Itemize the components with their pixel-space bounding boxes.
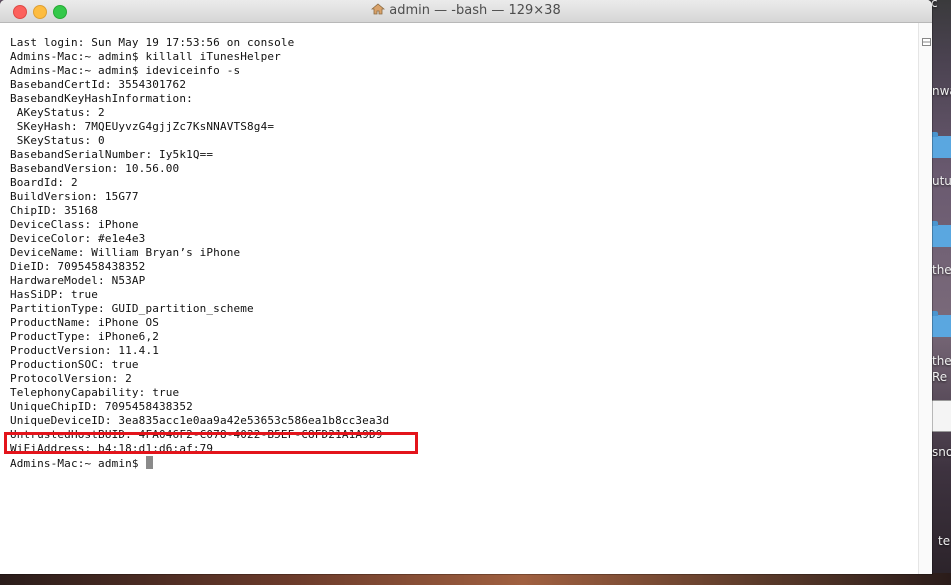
scrollbar[interactable] xyxy=(918,23,932,574)
document-icon[interactable] xyxy=(930,400,951,432)
terminal-line: Last login: Sun May 19 17:53:56 on conso… xyxy=(10,36,295,49)
terminal-line: ProductionSOC: true xyxy=(10,358,139,371)
terminal-line: PartitionType: GUID_partition_scheme xyxy=(10,302,254,315)
home-icon xyxy=(371,3,386,15)
terminal-window[interactable]: admin — -bash — 129×38 Last login: Sun M… xyxy=(0,0,932,574)
terminal-line: ProtocolVersion: 2 xyxy=(10,372,132,385)
terminal-line: DeviceName: William Bryan’s iPhone xyxy=(10,246,241,259)
text-cursor xyxy=(146,456,154,469)
terminal-line: SKeyStatus: 0 xyxy=(10,134,105,147)
terminal-line: Admins-Mac:~ admin$ ideviceinfo -s xyxy=(10,64,241,77)
terminal-line: TelephonyCapability: true xyxy=(10,386,180,399)
terminal-line: UniqueDeviceID: 3ea835acc1e0aa9a42e53653… xyxy=(10,414,390,427)
desktop-label-nwa[interactable]: nwa xyxy=(932,84,951,98)
terminal-line: ProductType: iPhone6,2 xyxy=(10,330,159,343)
terminal-line: BasebandVersion: 10.56.00 xyxy=(10,162,180,175)
window-title: admin — -bash — 129×38 xyxy=(389,3,561,18)
terminal-line: AKeyStatus: 2 xyxy=(10,106,105,119)
terminal-line: UniqueChipID: 7095458438352 xyxy=(10,400,193,413)
terminal-line: ProductVersion: 11.4.1 xyxy=(10,344,159,357)
unique-device-id-highlight xyxy=(4,432,418,454)
terminal-line: DeviceClass: iPhone xyxy=(10,218,139,231)
terminal-line: Admins-Mac:~ admin$ killall iTunesHelper xyxy=(10,50,281,63)
terminal-output[interactable]: Last login: Sun May 19 17:53:56 on conso… xyxy=(10,36,389,470)
title-bar[interactable]: admin — -bash — 129×38 xyxy=(0,0,932,23)
terminal-line: HardwareModel: N53AP xyxy=(10,274,146,287)
terminal-line: BasebandCertId: 3554301762 xyxy=(10,78,187,91)
terminal-line: BasebandSerialNumber: Iy5k1Q== xyxy=(10,148,214,161)
terminal-line: DieID: 7095458438352 xyxy=(10,260,146,273)
desktop-label-the-1[interactable]: the xyxy=(932,263,951,277)
terminal-line: HasSiDP: true xyxy=(10,288,99,301)
terminal-line: ChipID: 35168 xyxy=(10,204,99,217)
desktop-label-sno[interactable]: sno xyxy=(932,445,951,459)
terminal-line: ProductName: iPhone OS xyxy=(10,316,159,329)
terminal-line: BoardId: 2 xyxy=(10,176,78,189)
terminal-line: SKeyHash: 7MQEUyvzG4gjjZc7KsNNAVTS8g4= xyxy=(10,120,275,133)
desktop-label-utu[interactable]: utu xyxy=(932,174,951,188)
desktop-label-the-2[interactable]: the xyxy=(932,354,951,368)
terminal-line: DeviceColor: #e1e4e3 xyxy=(10,232,146,245)
split-pane-icon[interactable] xyxy=(922,38,931,46)
desktop-wallpaper-strip xyxy=(0,573,951,585)
desktop-label-re[interactable]: Re xyxy=(932,370,947,384)
terminal-line: Admins-Mac:~ admin$ xyxy=(10,456,389,470)
terminal-line: BasebandKeyHashInformation: xyxy=(10,92,193,105)
window-title-container: admin — -bash — 129×38 xyxy=(0,0,932,22)
terminal-line: BuildVersion: 15G77 xyxy=(10,190,139,203)
desktop-label-te[interactable]: te xyxy=(938,534,950,548)
terminal-content[interactable]: Last login: Sun May 19 17:53:56 on conso… xyxy=(0,23,918,574)
